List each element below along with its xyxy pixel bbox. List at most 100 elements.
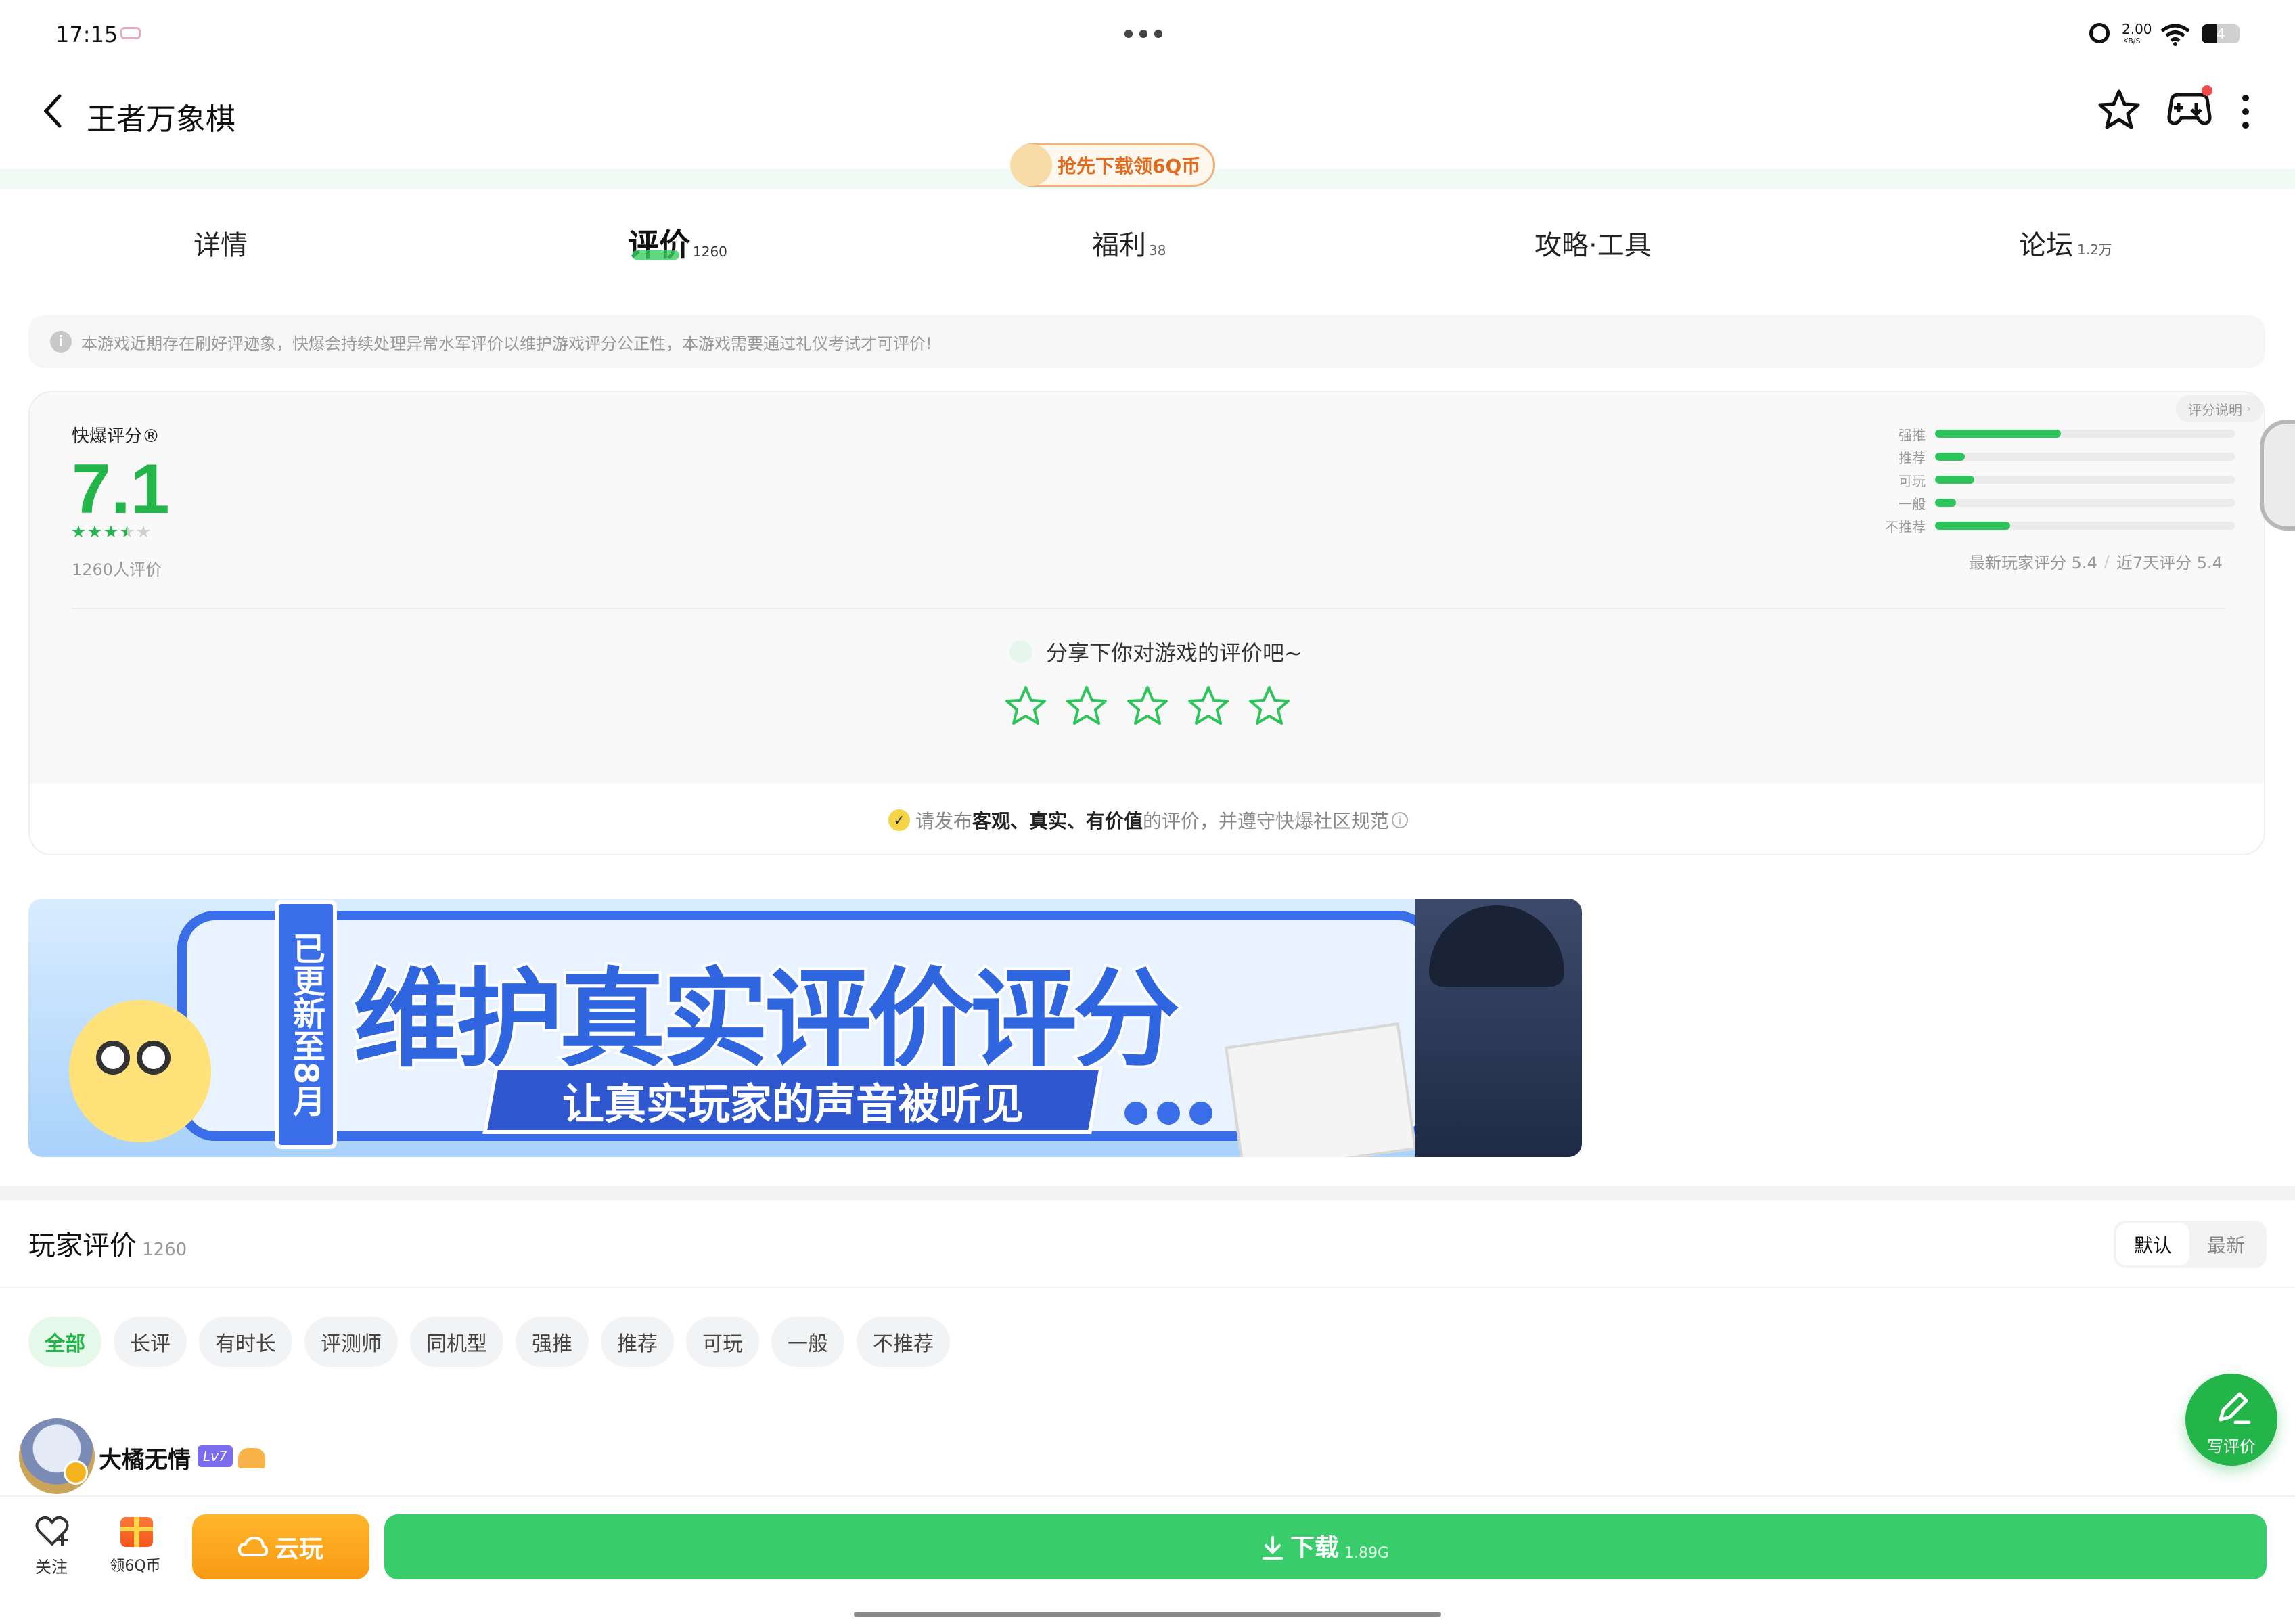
divider <box>72 608 2225 609</box>
distribution-row: 可玩 <box>1871 468 2235 491</box>
tab-guides-tools[interactable]: 攻略·工具 <box>1535 223 1652 263</box>
write-review-label: 写评价 <box>2207 1437 2256 1456</box>
game-download-icon[interactable] <box>2165 84 2214 133</box>
filter-recommend[interactable]: 推荐 <box>601 1317 674 1367</box>
star-full-icon <box>104 525 118 538</box>
community-rules[interactable]: ✓ 请发布 客观、真实、有价值 的评价，并遵守快爆社区规范 i <box>30 784 2264 854</box>
rating-score: 7.1 <box>72 450 170 528</box>
status-bar: 17:15 2.00 KB/S 4 <box>0 0 2295 68</box>
alarm-icon <box>2089 23 2110 43</box>
net-speed-unit: KB/S <box>2123 37 2141 45</box>
heart-plus-icon <box>35 1516 69 1546</box>
more-dots-icon <box>1124 30 1133 38</box>
distribution-bar-track <box>1935 522 2235 530</box>
tab-forum[interactable]: 论坛 1.2万 <box>2019 223 2112 263</box>
page-title: 王者万象棋 <box>87 102 235 137</box>
cloud-play-button[interactable]: 云玩 <box>192 1514 369 1579</box>
distribution-label: 不推荐 <box>1885 518 1926 535</box>
back-arrow-icon[interactable] <box>42 93 62 129</box>
star-full-icon <box>88 525 101 538</box>
check-badge-icon: ✓ <box>888 809 910 831</box>
download-icon <box>1262 1536 1283 1560</box>
mascot-small-icon <box>1009 640 1032 663</box>
filter-average[interactable]: 一般 <box>771 1317 844 1367</box>
info-outline-icon: i <box>1392 812 1409 828</box>
filter-long[interactable]: 长评 <box>114 1317 187 1367</box>
write-review-button[interactable]: 写评价 <box>2185 1374 2277 1466</box>
user-avatar[interactable] <box>19 1418 95 1494</box>
user-name[interactable]: 大橘无情 <box>99 1441 191 1474</box>
sort-toggle: 默认 最新 <box>2114 1221 2267 1268</box>
top-app-bar: 王者万象棋 <box>0 68 2295 156</box>
rating-card: 快爆评分® 7.1 1260人评价 评分说明 › 强推 推荐 可玩 一般 不推荐 最新玩… <box>28 391 2265 855</box>
reviews-count: 1260 <box>142 1240 187 1260</box>
chevron-right-icon: › <box>2246 401 2252 416</box>
rating-distribution: 强推推荐可玩一般不推荐 <box>1871 422 2235 537</box>
star-half-icon <box>120 525 134 538</box>
share-prompt: 分享下你对游戏的评价吧~ <box>1009 636 1302 667</box>
mascot-eye <box>96 1041 130 1075</box>
distribution-bar-track <box>1935 430 2235 438</box>
rate-star-4-icon[interactable] <box>1187 685 1230 727</box>
distribution-label: 强推 <box>1899 426 1926 443</box>
filter-strongly-recommend[interactable]: 强推 <box>516 1317 589 1367</box>
favorite-star-icon[interactable] <box>2097 88 2141 131</box>
recent-player-score: 最新玩家评分 5.4 <box>1969 554 2097 572</box>
net-speed-value: 2.00 <box>2122 21 2152 37</box>
avatar-badge-icon <box>64 1460 88 1485</box>
more-menu-icon[interactable] <box>2242 95 2249 102</box>
status-time: 17:15 <box>55 22 118 47</box>
tab-details[interactable]: 详情 <box>194 223 248 263</box>
home-indicator[interactable] <box>854 1612 1441 1617</box>
rate-stars-input <box>1004 685 1291 727</box>
event-banner[interactable]: 已更新至8月 维护真实评价评分 让真实玩家的声音被听见 <box>28 899 1582 1157</box>
wifi-icon <box>2160 24 2190 46</box>
distribution-bar-track <box>1935 499 2235 507</box>
banner-subline: 让真实玩家的声音被听见 <box>562 1079 1024 1129</box>
distribution-label: 一般 <box>1899 495 1926 512</box>
distribution-bar-fill <box>1935 476 1974 484</box>
filter-same-device[interactable]: 同机型 <box>410 1317 503 1367</box>
review-notice: i 本游戏近期存在刷好评迹象，快爆会持续处理异常水军评价以维护游戏评分公正性，本… <box>28 315 2265 368</box>
bottom-action-bar: 关注 领6Q币 云玩 下载 1.89G <box>0 1495 2295 1624</box>
follow-button[interactable]: 关注 <box>27 1516 76 1590</box>
app-notification-icon <box>120 27 141 39</box>
rate-star-1-icon[interactable] <box>1004 685 1047 727</box>
promo-label: 抢先下载领6Q币 <box>1058 155 1201 177</box>
distribution-bar-fill <box>1935 453 1965 461</box>
tab-benefits[interactable]: 福利 38 <box>1092 223 1166 263</box>
filter-reviewer[interactable]: 评测师 <box>304 1317 398 1367</box>
distribution-row: 一般 <box>1871 491 2235 514</box>
tab-bar: 详情 评价 1260 福利 38 攻略·工具 论坛 1.2万 <box>0 203 2295 277</box>
distribution-bar-fill <box>1935 430 2062 438</box>
filter-playable[interactable]: 可玩 <box>686 1317 759 1367</box>
rating-explain-button[interactable]: 评分说明 › <box>2176 395 2264 422</box>
download-size: 1.89G <box>1344 1545 1390 1562</box>
user-level-badge: Lv7 <box>198 1445 233 1467</box>
floating-sidebar-handle[interactable] <box>2260 420 2295 531</box>
distribution-label: 推荐 <box>1899 449 1926 466</box>
star-full-icon <box>72 525 85 538</box>
sort-default-button[interactable]: 默认 <box>2116 1223 2189 1265</box>
recent-scores: 最新玩家评分 5.4 / 近7天评分 5.4 <box>1969 549 2223 573</box>
download-reward-badge[interactable]: 抢先下载领6Q币 <box>1010 143 1215 187</box>
filter-all[interactable]: 全部 <box>28 1317 101 1367</box>
distribution-bar-track <box>1935 476 2235 484</box>
banner-mascot-left <box>69 1000 211 1142</box>
tab-reviews[interactable]: 评价 1260 <box>628 221 727 265</box>
coins-reward-button[interactable]: 领6Q币 <box>107 1516 164 1590</box>
distribution-label: 可玩 <box>1899 472 1926 489</box>
banner-subline-box: 让真实玩家的声音被听见 <box>482 1066 1104 1134</box>
rating-count: 1260人评价 <box>72 560 162 579</box>
mascot-eye <box>137 1041 171 1075</box>
distribution-row: 推荐 <box>1871 445 2235 468</box>
download-button[interactable]: 下载 1.89G <box>384 1514 2267 1579</box>
filter-playtime[interactable]: 有时长 <box>199 1317 292 1367</box>
battery-icon: 4 <box>2202 24 2240 43</box>
rate-star-5-icon[interactable] <box>1248 685 1291 727</box>
filter-not-recommend[interactable]: 不推荐 <box>857 1317 950 1367</box>
rate-star-2-icon[interactable] <box>1065 685 1108 727</box>
mascot-icon <box>1010 144 1052 186</box>
rate-star-3-icon[interactable] <box>1126 685 1169 727</box>
sort-latest-button[interactable]: 最新 <box>2189 1223 2263 1265</box>
